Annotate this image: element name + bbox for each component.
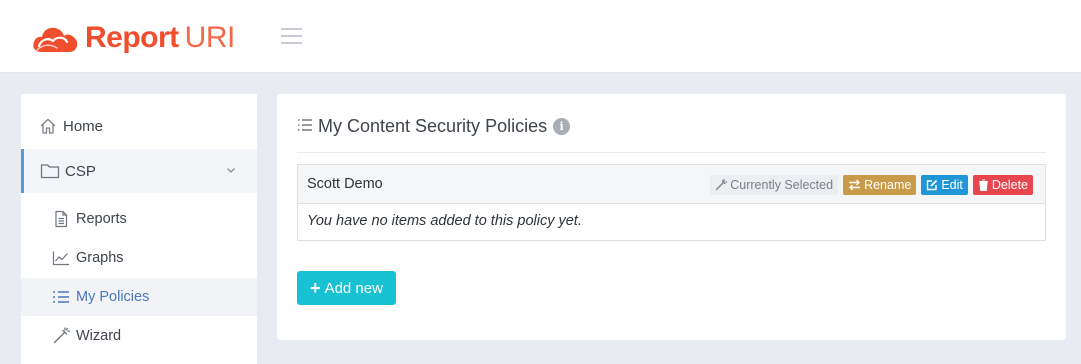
sidebar-item-wizard[interactable]: Wizard <box>21 317 257 355</box>
top-bar: Report URI <box>0 0 1081 73</box>
list-icon <box>51 287 71 307</box>
sidebar-item-label: CSP <box>65 162 96 180</box>
info-icon[interactable]: i <box>553 117 571 135</box>
logo-text: Report URI <box>85 18 235 58</box>
sidebar-item-label: My Policies <box>76 289 150 305</box>
edit-label: Edit <box>941 178 963 192</box>
rename-button[interactable]: Rename <box>843 175 917 195</box>
folder-icon <box>40 161 60 181</box>
chart-icon <box>51 248 71 268</box>
policy-name: Scott Demo <box>307 176 383 192</box>
list-icon <box>297 116 313 137</box>
policies-panel: My Content Security Policies i Scott Dem… <box>277 94 1066 340</box>
sidebar-item-reports[interactable]: Reports <box>21 200 257 238</box>
document-icon <box>51 209 71 229</box>
edit-icon <box>926 179 938 191</box>
sidebar-item-csp[interactable]: CSP <box>21 149 257 193</box>
sidebar-item-graphs[interactable]: Graphs <box>21 239 257 277</box>
sidebar-item-label: Wizard <box>76 328 122 344</box>
sidebar-item-home[interactable]: Home <box>21 107 257 145</box>
report-uri-logo[interactable]: Report URI <box>31 18 235 58</box>
chevron-down-icon <box>225 163 237 180</box>
trash-icon <box>978 179 989 191</box>
edit-button[interactable]: Edit <box>921 175 968 195</box>
page-title-text: My Content Security Policies <box>318 115 548 136</box>
magic-wand-icon <box>51 326 71 346</box>
rename-label: Rename <box>864 178 912 192</box>
currently-selected-label: Currently Selected <box>730 178 834 192</box>
magic-wand-icon <box>715 179 728 191</box>
divider <box>297 152 1046 153</box>
cloud-logo-icon <box>31 20 81 56</box>
policy-actions: Currently Selected Rename Edit Delete <box>705 175 1033 195</box>
plus-icon: + <box>310 278 321 298</box>
delete-label: Delete <box>991 178 1028 192</box>
sidebar-item-label: Graphs <box>76 250 124 266</box>
sidebar-item-label: Reports <box>76 211 127 227</box>
exchange-icon <box>848 179 861 191</box>
policy-card: Scott Demo Currently Selected Rename Edi… <box>297 164 1046 241</box>
hamburger-icon[interactable] <box>281 28 302 44</box>
empty-policy-message: You have no items added to this policy y… <box>307 213 582 229</box>
policy-header: Scott Demo Currently Selected Rename Edi… <box>298 165 1045 204</box>
logo-text-uri: URI <box>184 21 236 54</box>
sidebar-item-my-policies[interactable]: My Policies <box>21 278 257 316</box>
delete-button[interactable]: Delete <box>972 175 1033 195</box>
currently-selected-badge: Currently Selected <box>710 175 839 195</box>
logo-text-report: Report <box>85 21 179 54</box>
sidebar: Home CSP Reports Graphs My Policies Wiza… <box>21 94 257 364</box>
add-new-label: Add new <box>324 279 383 297</box>
add-new-button[interactable]: + Add new <box>297 271 396 305</box>
sidebar-item-label: Home <box>63 117 104 135</box>
page-title: My Content Security Policies i <box>297 114 571 138</box>
home-icon <box>38 116 58 136</box>
